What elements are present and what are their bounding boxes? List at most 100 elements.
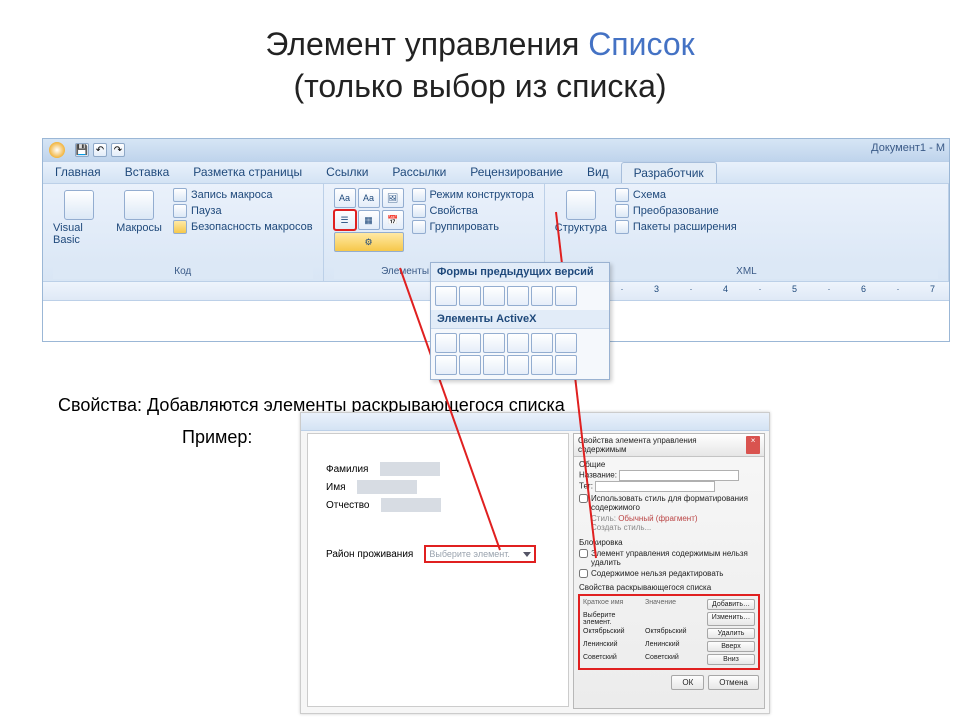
group-xml-label: XML [555,264,938,279]
label-lock-edit: Содержимое нельзя редактировать [591,569,723,578]
field-district: Район проживания [326,549,413,560]
office-button[interactable] [43,139,71,161]
visual-basic-icon [64,190,94,220]
properties-button[interactable]: Свойства [412,204,534,218]
activex-scrollbar-icon[interactable] [555,333,577,353]
chevron-down-icon [523,552,531,557]
legacy-frame-icon[interactable] [507,286,529,306]
field-patronymic: Отчество [326,500,369,511]
legacy-checkbox-icon[interactable] [459,286,481,306]
tab-mailings[interactable]: Рассылки [380,162,458,183]
activex-spin-icon[interactable] [507,355,529,375]
input-last-name[interactable] [380,462,440,476]
activex-textbox-icon[interactable] [459,333,481,353]
legacy-shading-icon[interactable] [531,286,553,306]
activex-label-icon[interactable] [483,333,505,353]
label-lock-delete: Элемент управления содержимым нельзя уда… [591,549,759,567]
rich-text-control-icon[interactable]: Aa [334,188,356,208]
down-button[interactable]: Вниз [707,654,755,665]
dropdown-header-legacy: Формы предыдущих версий [431,263,609,282]
plain-text-control-icon[interactable]: Aa [358,188,380,208]
design-mode-button[interactable]: Режим конструктора [412,188,534,202]
new-style-button[interactable]: Создать стиль... [579,523,759,532]
section-list-props: Свойства раскрывающегося списка [574,583,764,592]
properties-dialog: Свойства элемента управления содержимым … [573,433,765,709]
activex-image-icon[interactable] [531,333,553,353]
schema-button[interactable]: Схема [615,188,737,202]
activex-button-icon[interactable] [507,333,529,353]
list-item[interactable]: Октябрьский [583,628,643,639]
activex-more-icon[interactable] [555,355,577,375]
activex-checkbox-icon[interactable] [435,333,457,353]
col-short-name: Краткое имя [583,599,643,610]
legacy-tools-icon[interactable]: ⚙ [334,232,404,252]
title-bar: 💾 ↶ ↷ Документ1 - M [43,139,949,161]
checkbox-use-style[interactable] [579,494,588,503]
title-text-a: Элемент управления [265,26,588,62]
legacy-dropdown-icon[interactable] [483,286,505,306]
input-tag[interactable] [595,481,715,492]
activex-combobox-icon[interactable] [435,355,457,375]
expansion-packs-button[interactable]: Пакеты расширения [615,220,737,234]
checkbox-lock-delete[interactable] [579,549,588,558]
field-first-name: Имя [326,482,345,493]
tab-review[interactable]: Рецензирование [458,162,575,183]
tab-home[interactable]: Главная [43,162,113,183]
qat-redo-icon[interactable]: ↷ [111,143,125,157]
record-macro-button[interactable]: Запись макроса [173,188,313,202]
tab-layout[interactable]: Разметка страницы [181,162,314,183]
input-patronymic[interactable] [381,498,441,512]
transform-button[interactable]: Преобразование [615,204,737,218]
activex-option-icon[interactable] [483,355,505,375]
list-item[interactable]: Ленинский [583,641,643,652]
structure-icon [566,190,596,220]
macros-button[interactable]: Макросы [113,188,165,234]
dropdown-control-icon[interactable]: ▦ [358,210,380,230]
pause-macro-button[interactable]: Пауза [173,204,313,218]
tab-insert[interactable]: Вставка [113,162,182,183]
group-code-label: Код [53,264,313,279]
group-icon [412,220,426,234]
style-value: Обычный (фрагмент) [618,514,697,523]
list-item[interactable]: Выберите элемент. [583,612,643,626]
tab-references[interactable]: Ссылки [314,162,380,183]
label-tag: Тег: [579,482,593,491]
combobox-control-icon[interactable]: ☰ [334,210,356,230]
title-subtitle: (только выбор из списка) [293,68,666,104]
field-last-name: Фамилия [326,464,368,475]
close-icon[interactable]: × [746,436,760,454]
legacy-forms-grid [431,282,609,310]
legacy-reset-icon[interactable] [555,286,577,306]
district-combobox[interactable]: Выберите элемент. [425,546,535,562]
up-button[interactable]: Вверх [707,641,755,652]
cancel-button[interactable]: Отмена [708,675,759,690]
tab-view[interactable]: Вид [575,162,621,183]
example-label: Пример: [182,427,252,448]
checkbox-lock-edit[interactable] [579,569,588,578]
input-first-name[interactable] [357,480,417,494]
example-page: Фамилия Имя Отчество Район проживания Вы… [307,433,569,707]
delete-button[interactable]: Удалить [707,628,755,639]
input-name[interactable] [619,470,739,481]
legacy-text-field-icon[interactable] [435,286,457,306]
ok-button[interactable]: ОК [671,675,704,690]
activex-listbox-icon[interactable] [459,355,481,375]
tab-developer[interactable]: Разработчик [621,162,717,183]
picture-control-icon[interactable]: 🖼 [382,188,404,208]
group-button[interactable]: Группировать [412,220,534,234]
qat-save-icon[interactable]: 💾 [75,143,89,157]
macros-icon [124,190,154,220]
structure-button[interactable]: Структура [555,188,607,234]
example-window: Фамилия Имя Отчество Район проживания Вы… [300,412,770,714]
list-item[interactable]: Советский [583,654,643,665]
macro-security-button[interactable]: Безопасность макросов [173,220,313,234]
qat-undo-icon[interactable]: ↶ [93,143,107,157]
visual-basic-button[interactable]: Visual Basic [53,188,105,246]
legacy-tools-dropdown: Формы предыдущих версий Элементы ActiveX [430,262,610,380]
section-lock: Блокировка [579,538,759,547]
col-value: Значение [645,599,705,610]
add-button[interactable]: Добавить… [707,599,755,610]
activex-toggle-icon[interactable] [531,355,553,375]
edit-button[interactable]: Изменить… [707,612,755,626]
date-picker-control-icon[interactable]: 📅 [382,210,404,230]
